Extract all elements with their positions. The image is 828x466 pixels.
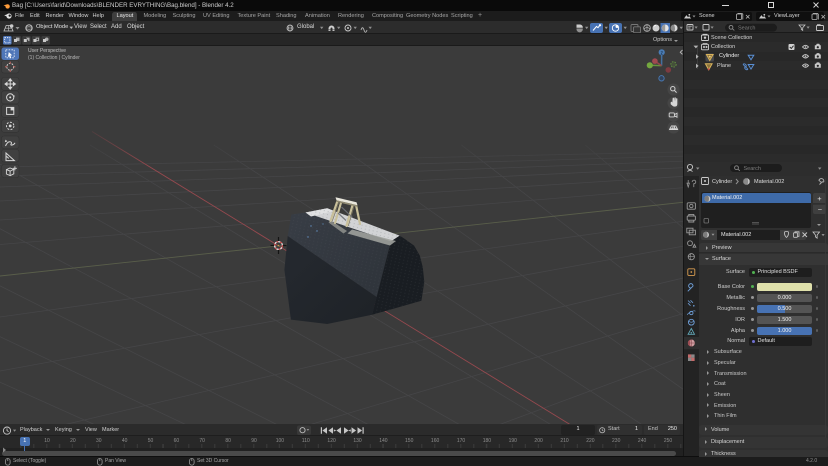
svg-text:Search: Search bbox=[738, 25, 755, 31]
svg-text:Search: Search bbox=[744, 166, 761, 172]
